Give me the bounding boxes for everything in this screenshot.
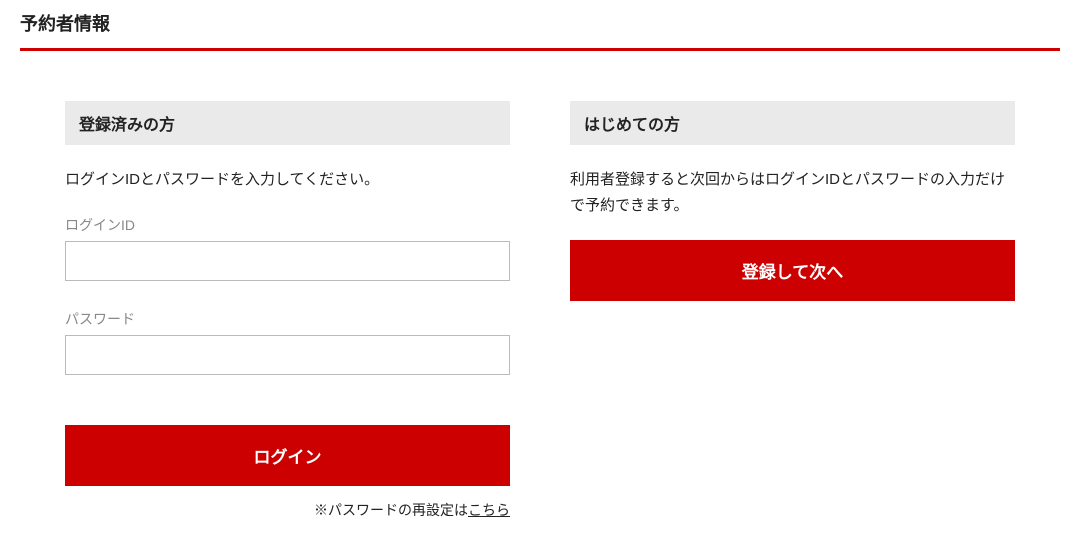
password-label: パスワード [65,309,510,329]
firsttime-description: 利用者登録すると次回からはログインIDとパスワードの入力だけで予約できます。 [570,167,1015,218]
content-columns: 登録済みの方 ログインIDとパスワードを入力してください。 ログインID パスワ… [20,51,1060,550]
password-group: パスワード [65,309,510,375]
login-id-label: ログインID [65,215,510,235]
password-reset-prefix: ※パスワードの再設定は [314,502,468,518]
login-id-input[interactable] [65,241,510,281]
firsttime-heading: はじめての方 [570,101,1015,145]
registered-column: 登録済みの方 ログインIDとパスワードを入力してください。 ログインID パスワ… [65,101,510,520]
registered-heading: 登録済みの方 [65,101,510,145]
password-reset-link[interactable]: こちら [468,502,510,518]
firsttime-column: はじめての方 利用者登録すると次回からはログインIDとパスワードの入力だけで予約… [570,101,1015,520]
password-input[interactable] [65,335,510,375]
registered-description: ログインIDとパスワードを入力してください。 [65,167,510,193]
login-id-group: ログインID [65,215,510,281]
login-button[interactable]: ログイン [65,425,510,486]
password-reset-note: ※パスワードの再設定はこちら [65,500,510,520]
page-title: 予約者情報 [20,10,1060,48]
register-button[interactable]: 登録して次へ [570,240,1015,301]
